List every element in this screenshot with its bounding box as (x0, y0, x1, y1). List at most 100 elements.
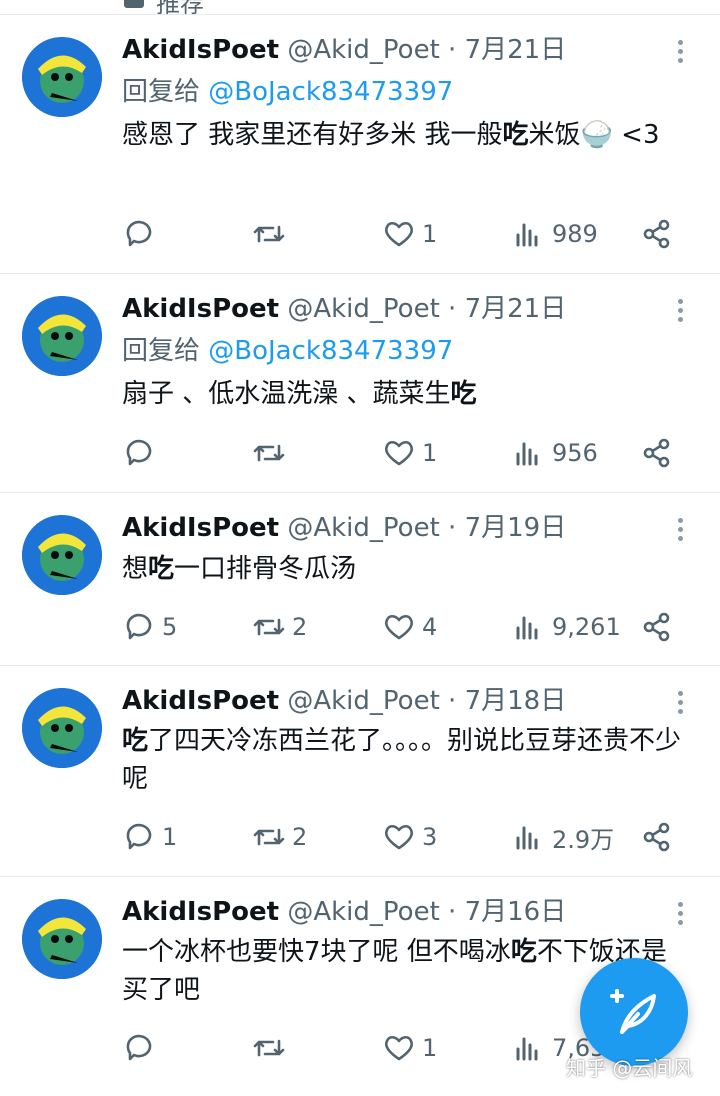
avatar[interactable] (22, 37, 102, 117)
tweet-text-highlight: 吃 (122, 726, 149, 756)
more-options-icon[interactable] (670, 515, 690, 545)
share-icon (643, 822, 670, 852)
reply-button[interactable]: 5 (122, 607, 177, 647)
reply-button[interactable] (122, 433, 162, 473)
separator: · (439, 513, 465, 543)
tweet-text-highlight: 吃 (148, 554, 175, 584)
tweet-header: AkidIsPoet @Akid_Poet · 7月19日 (122, 511, 566, 545)
author-handle[interactable]: @Akid_Poet (287, 513, 439, 543)
tweet-text: 扇子 、低水温洗澡 、蔬菜生吃 (122, 375, 682, 413)
more-options-icon[interactable] (670, 899, 690, 929)
tweet-date[interactable]: 7月21日 (465, 294, 567, 324)
tweet-1[interactable]: AkidIsPoet @Akid_Poet · 7月21日 回复给 @BoJac… (0, 15, 720, 274)
view-count: 989 (552, 220, 598, 248)
reply-prefix: 回复给 (122, 336, 209, 366)
author-name[interactable]: AkidIsPoet (122, 513, 279, 543)
tweet-3[interactable]: AkidIsPoet @Akid_Poet · 7月19日 想吃一口排骨冬瓜汤 … (0, 493, 720, 666)
share-icon (643, 219, 670, 249)
tweet-2[interactable]: AkidIsPoet @Akid_Poet · 7月21日 回复给 @BoJac… (0, 274, 720, 493)
action-bar: 1 2 3 2.9万 (0, 817, 720, 857)
tweet-text-highlight: 吃 (510, 937, 537, 967)
author-handle[interactable]: @Akid_Poet (287, 686, 439, 716)
more-options-icon[interactable] (670, 37, 690, 67)
separator: · (439, 294, 465, 324)
retweet-button[interactable]: 2 (252, 607, 307, 647)
view-count: 2.9万 (552, 825, 615, 854)
bar-chart-icon (516, 616, 538, 640)
more-options-icon[interactable] (670, 296, 690, 326)
reply-prefix: 回复给 (122, 77, 209, 107)
tweet-text-part: 米饭🍚 <3 (528, 120, 660, 150)
author-handle[interactable]: @Akid_Poet (287, 294, 439, 324)
bar-chart-icon (516, 826, 538, 850)
separator: · (439, 35, 465, 65)
like-count: 1 (422, 1034, 438, 1062)
retweet-button[interactable] (252, 433, 292, 473)
like-button[interactable]: 1 (382, 214, 437, 254)
share-button[interactable] (640, 433, 674, 473)
pin-icon (124, 0, 144, 8)
author-name[interactable]: AkidIsPoet (122, 294, 279, 324)
author-name[interactable]: AkidIsPoet (122, 686, 279, 716)
author-handle[interactable]: @Akid_Poet (287, 35, 439, 65)
reply-icon (126, 1034, 152, 1061)
avatar-image (22, 296, 102, 376)
avatar[interactable] (22, 899, 102, 979)
tweet-text-part: 扇子 、低水温洗澡 、蔬菜生 (122, 379, 451, 409)
views-button[interactable]: 956 (512, 433, 598, 473)
retweet-icon (253, 618, 285, 636)
compose-button[interactable] (580, 958, 688, 1066)
views-button[interactable]: 9,261 (512, 607, 621, 647)
tweet-header: AkidIsPoet @Akid_Poet · 7月21日 (122, 292, 566, 326)
heart-icon (385, 221, 413, 247)
share-button[interactable] (640, 817, 674, 857)
avatar[interactable] (22, 296, 102, 376)
like-button[interactable]: 1 (382, 433, 437, 473)
views-button[interactable]: 989 (512, 214, 598, 254)
more-options-icon[interactable] (670, 688, 690, 718)
retweet-count: 2 (292, 613, 308, 641)
heart-icon (385, 1035, 413, 1061)
author-handle[interactable]: @Akid_Poet (287, 897, 439, 927)
author-name[interactable]: AkidIsPoet (122, 35, 279, 65)
retweet-button[interactable] (252, 214, 292, 254)
like-count: 1 (422, 439, 438, 467)
bar-chart-icon (516, 223, 538, 247)
like-button[interactable]: 3 (382, 817, 437, 857)
reply-mention[interactable]: @BoJack83473397 (208, 77, 453, 107)
retweet-button[interactable]: 2 (252, 817, 307, 857)
pinned-header: 推荐 (0, 0, 720, 15)
tweet-date[interactable]: 7月16日 (465, 897, 567, 927)
tweet-header: AkidIsPoet @Akid_Poet · 7月16日 (122, 895, 566, 929)
share-icon (643, 438, 670, 468)
avatar[interactable] (22, 688, 102, 768)
tweet-4[interactable]: AkidIsPoet @Akid_Poet · 7月18日 吃了四天冷冻西兰花了… (0, 666, 720, 877)
tweet-date[interactable]: 7月19日 (465, 513, 567, 543)
author-name[interactable]: AkidIsPoet (122, 897, 279, 927)
action-bar: 1 956 (0, 433, 720, 473)
tweet-header: AkidIsPoet @Akid_Poet · 7月18日 (122, 684, 566, 718)
reply-mention[interactable]: @BoJack83473397 (208, 336, 453, 366)
share-button[interactable] (640, 607, 674, 647)
tweet-date[interactable]: 7月18日 (465, 686, 567, 716)
tweet-date[interactable]: 7月21日 (465, 35, 567, 65)
reply-button[interactable] (122, 1028, 162, 1068)
bar-chart-icon (516, 1037, 538, 1061)
heart-icon (385, 614, 413, 640)
reply-button[interactable]: 1 (122, 817, 177, 857)
heart-icon (385, 824, 413, 850)
views-button[interactable]: 2.9万 (512, 817, 614, 857)
like-count: 1 (422, 220, 438, 248)
tweet-text-part: 一口排骨冬瓜汤 (174, 554, 357, 584)
avatar[interactable] (22, 515, 102, 595)
action-bar: 5 2 4 9,261 (0, 607, 720, 647)
like-button[interactable]: 1 (382, 1028, 437, 1068)
retweet-button[interactable] (252, 1028, 292, 1068)
action-bar: 1 989 (0, 214, 720, 254)
tweet-text-part: 一个冰杯也要快7块了呢 但不喝冰 (122, 937, 511, 967)
share-button[interactable] (640, 214, 674, 254)
reply-button[interactable] (122, 214, 162, 254)
tweet-header: AkidIsPoet @Akid_Poet · 7月21日 (122, 33, 566, 67)
like-button[interactable]: 4 (382, 607, 437, 647)
tweet-text: 想吃一口排骨冬瓜汤 (122, 550, 682, 588)
